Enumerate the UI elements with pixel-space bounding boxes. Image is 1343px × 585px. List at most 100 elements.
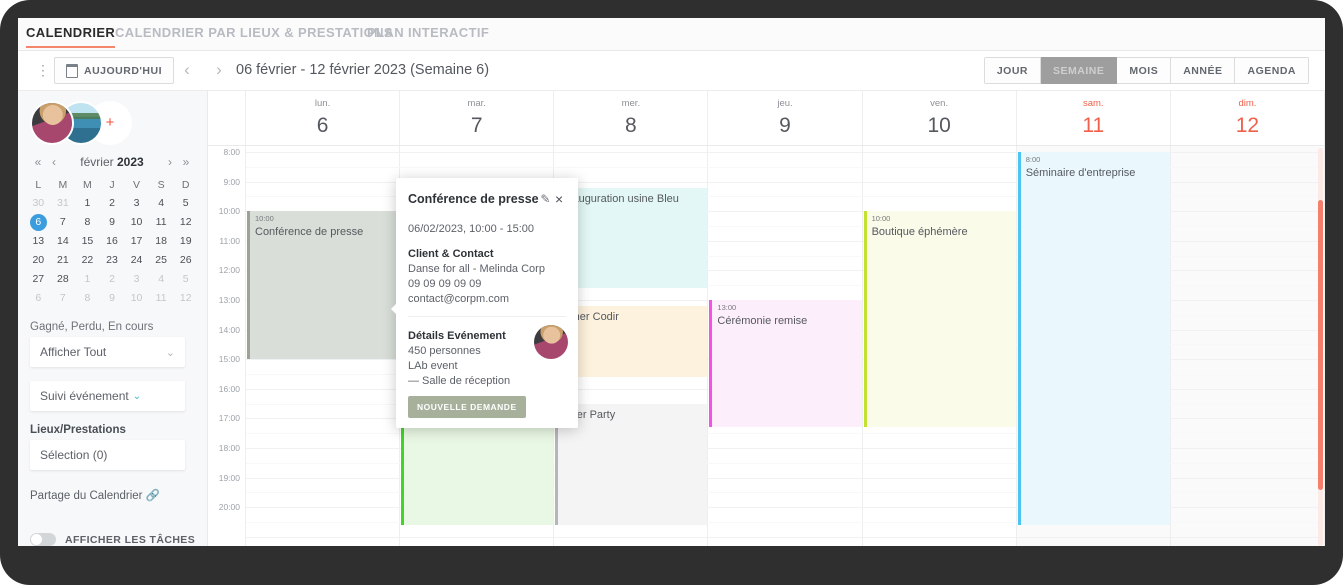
avatar[interactable]: [30, 101, 74, 145]
event-tracking-select[interactable]: Suivi événement ⌄: [30, 381, 185, 411]
lieux-prestations-select[interactable]: Sélection (0): [30, 440, 185, 470]
day-header-mer[interactable]: mer. 8: [554, 91, 709, 145]
mini-cal-day[interactable]: 26: [173, 252, 198, 269]
mini-cal-day[interactable]: 16: [100, 233, 125, 250]
time-label: 8:00: [223, 147, 240, 157]
day-header-jeu[interactable]: jeu. 9: [708, 91, 863, 145]
calendar-event[interactable]: Diner Codir: [555, 305, 708, 377]
mini-cal-day[interactable]: 20: [26, 252, 51, 269]
mini-cal-last-icon[interactable]: »: [178, 155, 194, 169]
view-button-semaine[interactable]: SEMAINE: [1041, 57, 1118, 84]
view-button-mois[interactable]: MOIS: [1117, 57, 1172, 84]
mini-cal-day[interactable]: 25: [149, 252, 174, 269]
mini-cal-day[interactable]: 23: [100, 252, 125, 269]
mini-cal-day[interactable]: 1: [75, 271, 100, 288]
mini-cal-day[interactable]: 2: [100, 195, 125, 212]
mini-cal-day[interactable]: 1: [75, 195, 100, 212]
mini-cal-day[interactable]: 31: [51, 195, 76, 212]
time-label: 10:00: [218, 206, 240, 217]
tab-plan-interactif[interactable]: PLAN INTERACTIF: [367, 25, 489, 40]
calendar-event[interactable]: 10:00 Conférence de presse: [247, 211, 400, 360]
day-header-date: 6: [316, 114, 329, 137]
view-button-agenda[interactable]: AGENDA: [1235, 57, 1309, 84]
mini-calendar-header: « ‹ février 2023 › »: [26, 151, 198, 173]
mini-cal-day[interactable]: 21: [51, 252, 76, 269]
mini-cal-dow: M: [58, 179, 68, 191]
next-week-icon[interactable]: ›: [208, 59, 230, 81]
calendar-event[interactable]: 10:00 Boutique éphémère: [863, 211, 1016, 428]
day-header-ven[interactable]: ven. 10: [863, 91, 1017, 145]
mini-calendar-grid: L M M J V S D 30 31 1 2 3 4 5 6 7 8 9 10 11 12 13 14 15 16 17 18 19…: [26, 177, 198, 307]
mini-calendar: « ‹ février 2023 › » L M M J V S D 30 31 1 2 3 4 5 6 7 8…: [26, 151, 198, 307]
view-button-jour[interactable]: JOUR: [983, 57, 1042, 84]
mini-cal-day[interactable]: 8: [75, 214, 100, 231]
calendar-grid[interactable]: 8:00 9:00 10:00 11:00 12:00 13:00 14:00 15:00 16…: [208, 146, 1325, 546]
toggle-switch[interactable]: [30, 533, 56, 546]
overflow-menu-icon[interactable]: ⋮: [36, 62, 50, 80]
calendar-event[interactable]: 13:00 Cérémonie remise: [709, 300, 862, 428]
mini-cal-day[interactable]: 12: [173, 290, 198, 307]
day-column-12[interactable]: [1170, 146, 1325, 546]
vertical-scrollbar[interactable]: [1318, 148, 1323, 546]
today-button[interactable]: AUJOURD'HUI: [54, 57, 175, 84]
mini-cal-day[interactable]: 13: [26, 233, 51, 250]
mini-cal-day[interactable]: 6: [29, 214, 47, 231]
mini-cal-day[interactable]: 3: [124, 271, 149, 288]
mini-cal-day[interactable]: 4: [149, 195, 174, 212]
close-icon[interactable]: ×: [552, 191, 566, 207]
mini-cal-day[interactable]: 2: [100, 271, 125, 288]
mini-cal-day[interactable]: 4: [149, 271, 174, 288]
edit-icon[interactable]: ✎: [539, 192, 553, 206]
mini-cal-day[interactable]: 5: [173, 195, 198, 212]
tab-calendrier-par-lieux[interactable]: CALENDRIER PAR LIEUX & PRESTATIONS: [115, 25, 393, 40]
day-header-dim[interactable]: dim. 12: [1171, 91, 1325, 145]
calendar-event[interactable]: 8:00 Séminaire d'entreprise: [1017, 152, 1170, 525]
share-calendar-link[interactable]: Partage du Calendrier 🔗: [30, 488, 160, 502]
scrollbar-thumb[interactable]: [1318, 200, 1323, 490]
show-tasks-toggle[interactable]: AFFICHER LES TÂCHES: [30, 533, 195, 546]
mini-cal-day[interactable]: 11: [149, 214, 174, 231]
mini-cal-day[interactable]: 28: [51, 271, 76, 288]
view-button-année[interactable]: ANNÉE: [1171, 57, 1236, 84]
new-request-button[interactable]: NOUVELLE DEMANDE: [408, 396, 526, 418]
calendar-event[interactable]: After Party: [555, 403, 708, 525]
mini-cal-prev-icon[interactable]: ‹: [46, 155, 62, 169]
popup-client-heading: Client & Contact: [408, 248, 494, 260]
previous-week-icon[interactable]: ‹: [176, 59, 198, 81]
mini-cal-day[interactable]: 27: [26, 271, 51, 288]
tab-calendrier[interactable]: CALENDRIER: [26, 25, 116, 48]
day-header-mar[interactable]: mar. 7: [400, 91, 555, 145]
view-switcher: JOUR SEMAINE MOIS ANNÉE AGENDA: [983, 57, 1309, 84]
mini-cal-day[interactable]: 6: [26, 290, 51, 307]
mini-cal-day[interactable]: 8: [75, 290, 100, 307]
mini-cal-day[interactable]: 11: [149, 290, 174, 307]
mini-cal-day[interactable]: 10: [124, 290, 149, 307]
mini-cal-day[interactable]: 24: [124, 252, 149, 269]
mini-cal-first-icon[interactable]: «: [30, 155, 46, 169]
mini-cal-day[interactable]: 3: [124, 195, 149, 212]
mini-cal-day[interactable]: 14: [51, 233, 76, 250]
mini-cal-day[interactable]: 19: [173, 233, 198, 250]
mini-cal-day[interactable]: 5: [173, 271, 198, 288]
popup-title: Conférence de presse: [408, 192, 539, 206]
mini-cal-day[interactable]: 10: [124, 214, 149, 231]
day-header-sam[interactable]: sam. 11: [1017, 91, 1171, 145]
calendar-event[interactable]: Inauguration usine Bleu: [555, 187, 708, 289]
mini-cal-day[interactable]: 7: [51, 214, 76, 231]
mini-cal-day[interactable]: 9: [100, 214, 125, 231]
mini-cal-day[interactable]: 9: [100, 290, 125, 307]
mini-cal-day[interactable]: 15: [75, 233, 100, 250]
mini-cal-next-icon[interactable]: ›: [162, 155, 178, 169]
mini-cal-day[interactable]: 12: [173, 214, 198, 231]
mini-cal-day[interactable]: 22: [75, 252, 100, 269]
lieux-prestations-value: Sélection (0): [40, 448, 108, 462]
status-filter-select[interactable]: Afficher Tout ⌄: [30, 337, 185, 367]
mini-cal-day[interactable]: 30: [26, 195, 51, 212]
event-title: Diner Codir: [563, 310, 619, 323]
popup-client-email[interactable]: contact@corpm.com: [396, 290, 578, 305]
mini-cal-day[interactable]: 17: [124, 233, 149, 250]
mini-cal-day[interactable]: 18: [149, 233, 174, 250]
mini-cal-day[interactable]: 7: [51, 290, 76, 307]
day-header-lun[interactable]: lun. 6: [246, 91, 401, 145]
event-time: 10:00: [871, 214, 891, 224]
